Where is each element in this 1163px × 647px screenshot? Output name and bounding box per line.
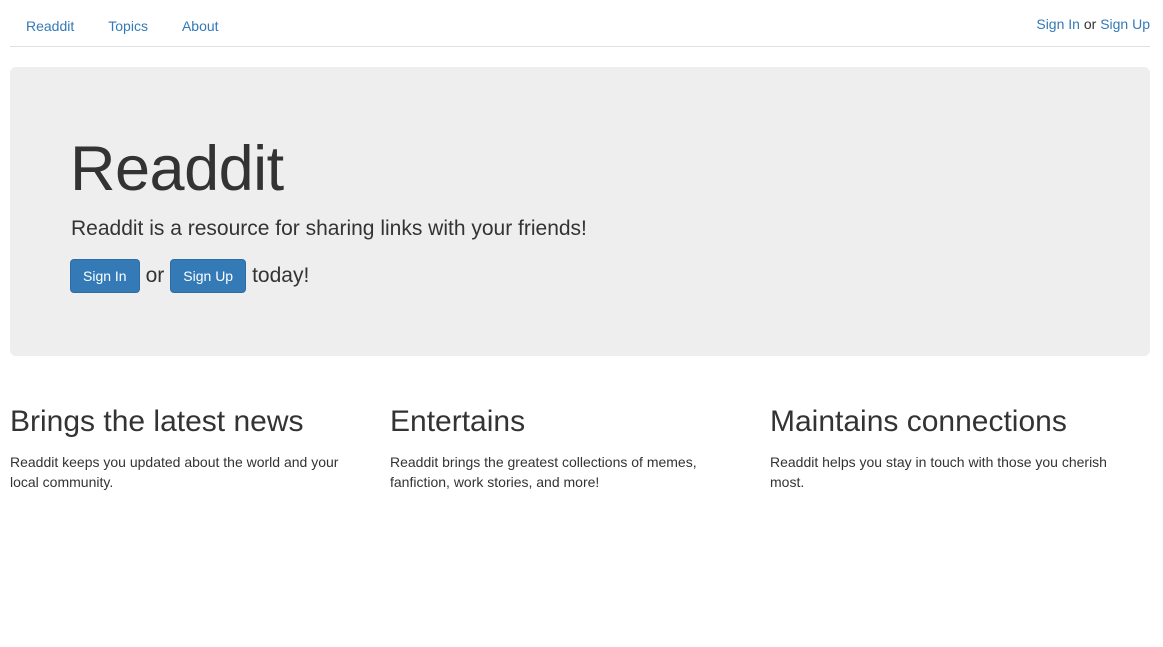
sign-in-button[interactable]: Sign In [70, 259, 140, 293]
hero-jumbotron: Readdit Readdit is a resource for sharin… [10, 67, 1150, 356]
cta-or-text: or [145, 264, 165, 287]
nav-sign-in-link[interactable]: Sign In [1036, 16, 1080, 32]
hero-cta: Sign In or Sign Up today! [70, 259, 309, 293]
feature-connections: Maintains connections Readdit helps you … [770, 404, 1150, 492]
feature-text: Readdit keeps you updated about the worl… [10, 454, 339, 490]
nav-link-topics[interactable]: Topics [108, 17, 148, 35]
feature-heading: Brings the latest news [10, 405, 304, 438]
feature-news: Brings the latest news Readdit keeps you… [10, 404, 390, 492]
nav-link-home[interactable]: Readdit [26, 17, 74, 35]
nav-link-about[interactable]: About [182, 17, 219, 35]
feature-heading: Entertains [390, 405, 526, 438]
nav-or-text: or [1083, 16, 1101, 32]
feature-heading: Maintains connections [770, 405, 1067, 438]
hero-lead: Readdit is a resource for sharing links … [71, 217, 587, 240]
top-navbar: Readdit Topics About Sign In or Sign Up [10, 0, 1150, 47]
nav-sign-up-link[interactable]: Sign Up [1100, 16, 1150, 32]
nav-auth: Sign In or Sign Up [1036, 15, 1150, 33]
hero-title: Readdit [70, 134, 284, 204]
features-row: Brings the latest news Readdit keeps you… [10, 404, 1150, 492]
feature-text: Readdit helps you stay in touch with tho… [770, 454, 1107, 490]
feature-entertains: Entertains Readdit brings the greatest c… [390, 404, 770, 492]
sign-up-button[interactable]: Sign Up [170, 259, 247, 293]
feature-text: Readdit brings the greatest collections … [390, 454, 697, 490]
nav-links: Readdit Topics About [26, 17, 253, 35]
cta-today-text: today! [252, 264, 310, 287]
